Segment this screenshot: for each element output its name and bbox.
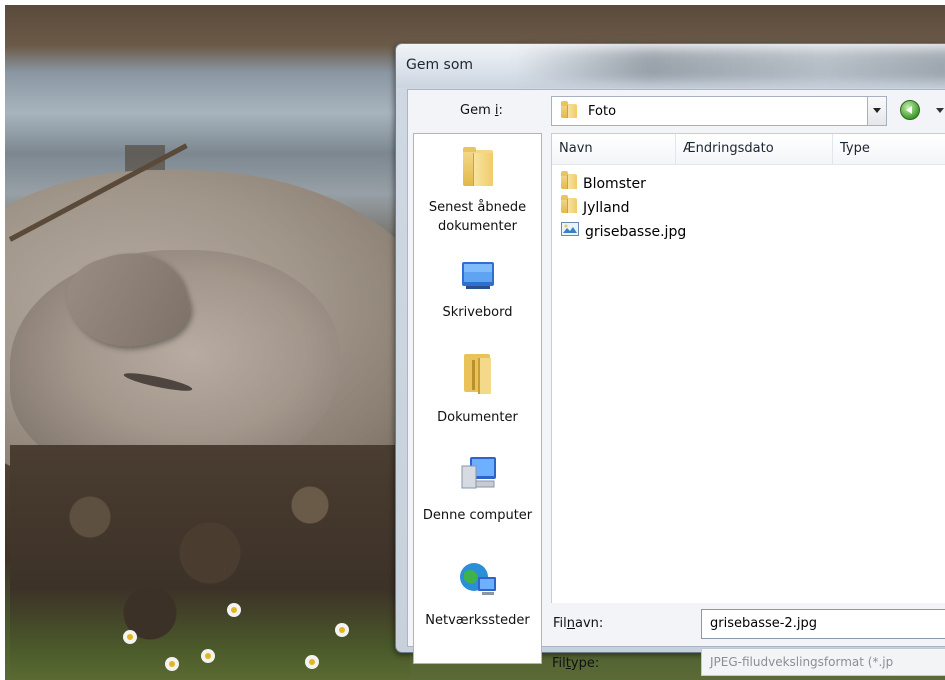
place-label: Denne computer (422, 508, 533, 523)
recent-folder-icon (414, 144, 541, 192)
file-list[interactable]: Navn Ændringsdato Type Blomster Jylland … (551, 133, 945, 603)
chevron-down-icon[interactable] (867, 97, 886, 125)
daisy-flower (335, 623, 349, 637)
place-label: Senest åbnede dokumenter (428, 200, 527, 234)
image-file-icon (561, 220, 579, 244)
desktop-icon (414, 259, 541, 297)
daisy-flower (201, 649, 215, 663)
column-header-type[interactable]: Type (833, 134, 945, 164)
list-item-folder[interactable]: Jylland (561, 195, 630, 219)
computer-icon (414, 454, 541, 500)
column-header-name[interactable]: Navn (552, 134, 676, 164)
places-bar: Senest åbnede dokumenter Skrivebord Doku… (413, 133, 542, 664)
filetype-dropdown[interactable]: JPEG-filudvekslingsformat (*.jp (701, 648, 945, 676)
mud-ground (10, 445, 410, 680)
folder-icon (561, 195, 577, 221)
place-desktop[interactable]: Skrivebord (414, 259, 541, 322)
back-arrow-icon[interactable] (900, 100, 920, 120)
place-label: Dokumenter (437, 410, 518, 425)
folder-icon (561, 101, 577, 122)
save-in-label: Gem i: (460, 103, 503, 118)
titlebar-glass (516, 48, 945, 82)
column-header-date[interactable]: Ændringsdato (676, 134, 833, 164)
daisy-flower (123, 630, 137, 644)
save-in-dropdown[interactable]: Foto (551, 96, 887, 126)
list-item-folder[interactable]: Blomster (561, 171, 646, 195)
save-as-dialog: Gem som Gem i: Foto Senest åbnede dokume… (395, 43, 945, 676)
current-folder-name: Foto (588, 104, 617, 119)
filename-label: Filnavn: (553, 616, 604, 631)
daisy-flower (305, 655, 319, 669)
place-documents[interactable]: Dokumenter (414, 352, 541, 427)
place-network[interactable]: Netværkssteder (414, 559, 541, 630)
dialog-titlebar[interactable]: Gem som (396, 44, 945, 88)
list-item-file[interactable]: grisebasse.jpg (561, 220, 686, 244)
daisy-flower (165, 657, 179, 671)
place-label: Skrivebord (442, 305, 513, 320)
filetype-label: Filtype: (552, 656, 600, 671)
place-label: Netværkssteder (425, 613, 530, 628)
documents-folder-icon (414, 352, 541, 402)
place-computer[interactable]: Denne computer (414, 454, 541, 525)
chevron-down-icon[interactable] (936, 108, 944, 113)
header-divider (552, 164, 945, 165)
dialog-title: Gem som (406, 57, 474, 73)
filename-field[interactable]: grisebasse-2.jpg (701, 609, 945, 639)
network-globe-icon (414, 559, 541, 605)
daisy-flower (227, 603, 241, 617)
place-recent[interactable]: Senest åbnede dokumenter (414, 144, 541, 236)
dialog-body: Gem i: Foto Senest åbnede dokumenter Skr… (407, 89, 945, 664)
folder-icon (561, 171, 577, 197)
